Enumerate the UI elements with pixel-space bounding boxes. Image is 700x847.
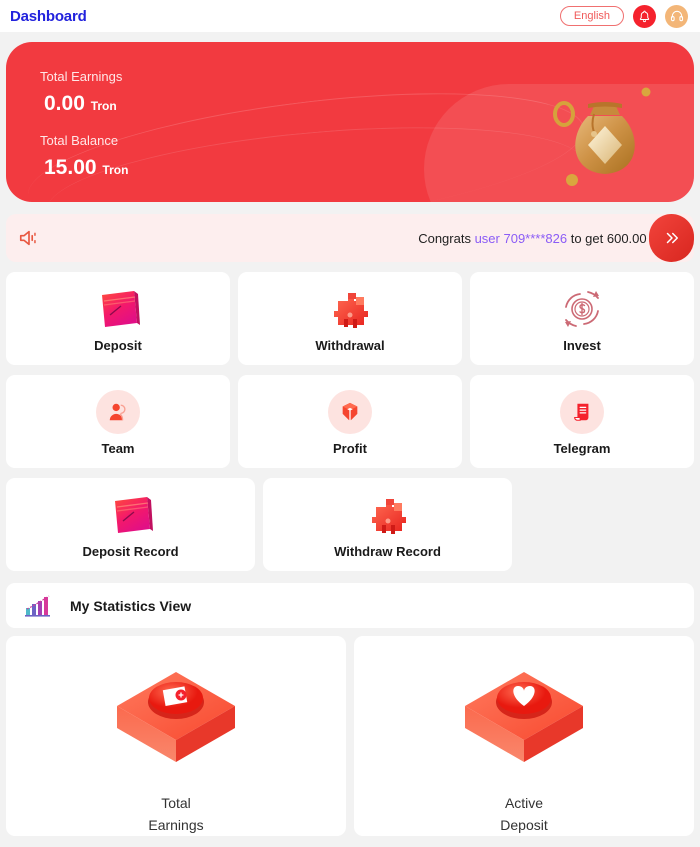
menu-row-2: Team Profit Telegram: [6, 375, 694, 468]
menu-item-invest[interactable]: Invest: [470, 272, 694, 365]
menu-item-telegram[interactable]: Telegram: [470, 375, 694, 468]
bell-icon: [639, 10, 650, 22]
total-balance-number: 15.00: [44, 156, 97, 179]
menu-item-withdraw-record[interactable]: Withdraw Record: [263, 478, 512, 571]
envelope-cube-icon: [117, 672, 235, 762]
profit-icon-bg: [328, 389, 372, 434]
balance-banner-wrapper: Total Earnings 0.00 Tron Total Balance 1…: [6, 32, 694, 202]
total-balance-unit: Tron: [102, 163, 129, 177]
customer-support-button[interactable]: [665, 4, 688, 28]
menu-item-deposit-record[interactable]: Deposit Record: [6, 478, 255, 571]
total-earnings-number: 0.00: [44, 92, 85, 115]
statistics-header: My Statistics View: [6, 583, 694, 628]
announcement-user: user 709****826: [474, 230, 568, 246]
page-body: Total Earnings 0.00 Tron Total Balance 1…: [0, 32, 700, 836]
statistics-cards-row: Total Earnings Active Deposit: [6, 636, 694, 836]
header-actions: English: [559, 4, 688, 28]
money-bag-icon: [553, 87, 651, 186]
deposit-record-icon-wrap: [103, 491, 159, 539]
telegram-icon-wrap: [560, 388, 604, 436]
invest-icon-wrap: [558, 285, 606, 333]
team-icon-bg: [96, 389, 140, 434]
menu-label: Invest: [563, 337, 601, 353]
money-bag-illustration: [550, 80, 660, 200]
wallet-card-icon: [114, 496, 153, 533]
announcement-bar: Congrats user 709****826 to get 600.00 T…: [6, 214, 694, 262]
announcement-next-button[interactable]: [649, 214, 694, 262]
menu-item-withdrawal[interactable]: Withdrawal: [238, 272, 462, 365]
total-earnings-unit: Tron: [90, 99, 117, 113]
person-icon: [109, 403, 126, 420]
menu-row-1: Deposit Withdrawal Invest: [6, 272, 694, 365]
menu-label: Withdrawal: [315, 337, 385, 353]
double-chevron-right-icon: [666, 232, 678, 244]
wallet-card-icon: [102, 290, 140, 327]
menu-item-profit[interactable]: Profit: [238, 375, 462, 468]
announcement-wrapper: Congrats user 709****826 to get 600.00 T…: [6, 202, 694, 262]
scroll-document-icon: [574, 403, 589, 421]
page-title: Dashboard: [10, 7, 87, 25]
telegram-icon-bg: [560, 389, 604, 434]
withdrawal-icon-wrap: [322, 285, 378, 333]
menu-label: Withdraw Record: [334, 543, 441, 559]
headset-icon: [670, 10, 683, 22]
menu-item-deposit[interactable]: Deposit: [6, 272, 230, 365]
menu-label: Deposit: [94, 337, 142, 353]
announcement-prefix: Congrats: [418, 230, 475, 246]
team-icon-wrap: [96, 388, 140, 436]
cube-box-icon: [342, 402, 358, 421]
menu-label: Deposit Record: [82, 543, 179, 559]
announcement-text: Congrats user 709****826 to get 600.00 T…: [418, 231, 682, 246]
app-header: Dashboard English: [0, 0, 700, 32]
speaker-icon: [19, 230, 36, 246]
language-button[interactable]: English: [559, 6, 624, 26]
statistics-title: My Statistics View: [70, 597, 192, 614]
puzzle-pieces-icon: [371, 498, 406, 534]
menu-item-team[interactable]: Team: [6, 375, 230, 468]
heart-cube-icon: [465, 672, 583, 762]
deposit-icon-wrap: [90, 285, 146, 333]
withdraw-record-icon-wrap: [360, 491, 416, 539]
puzzle-pieces-icon: [334, 292, 368, 328]
stat-card-total-earnings[interactable]: Total Earnings: [6, 636, 346, 836]
notification-bell-button[interactable]: [633, 4, 656, 28]
bar-chart-icon: [25, 595, 50, 617]
menu-row-3: Deposit Record Withdraw Record: [6, 478, 694, 571]
menu-label: Telegram: [553, 440, 611, 456]
stat-card-label: Total Earnings: [148, 795, 204, 833]
dollar-refresh-icon: [565, 290, 599, 327]
stat-card-label: Active Deposit: [500, 795, 548, 833]
stat-card-active-deposit[interactable]: Active Deposit: [354, 636, 694, 836]
profit-icon-wrap: [328, 388, 372, 436]
balance-banner: Total Earnings 0.00 Tron Total Balance 1…: [6, 42, 694, 202]
menu-label: Team: [101, 440, 135, 456]
menu-label: Profit: [333, 440, 367, 456]
